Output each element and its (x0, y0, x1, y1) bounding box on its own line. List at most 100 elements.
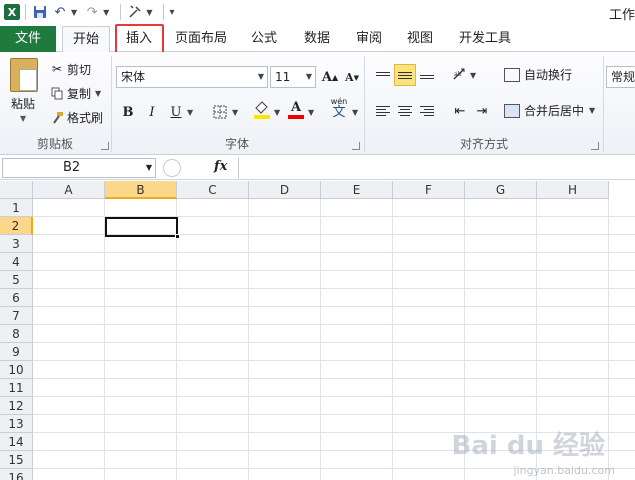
tools-dropdown-icon[interactable]: ▼ (146, 8, 152, 17)
align-top-button[interactable] (372, 64, 394, 86)
row-header-7[interactable]: 7 (0, 307, 33, 325)
row-header-4[interactable]: 4 (0, 253, 33, 271)
bold-button[interactable]: B (118, 102, 138, 122)
save-icon[interactable] (31, 3, 49, 21)
merge-center-button[interactable]: 合并后居中 ▼ (504, 102, 595, 119)
insert-function-button[interactable]: fx (214, 159, 227, 174)
tools-icon[interactable] (126, 3, 144, 21)
align-left-button[interactable] (372, 100, 394, 122)
watermark-url: jingyan.baidu.com (513, 464, 615, 477)
orientation-dropdown-icon[interactable]: ▼ (470, 71, 476, 80)
formula-input[interactable] (240, 158, 635, 178)
row-header-15[interactable]: 15 (0, 451, 33, 469)
row-header-14[interactable]: 14 (0, 433, 33, 451)
column-header-e[interactable]: E (321, 181, 393, 199)
font-size-select[interactable]: 11 ▼ (270, 66, 316, 88)
redo-dropdown-icon[interactable]: ▼ (103, 8, 109, 17)
format-painter-button[interactable]: 格式刷 (50, 108, 103, 126)
grow-font-button[interactable]: A ▲ (320, 67, 340, 87)
paste-button[interactable]: 粘贴 (11, 95, 35, 112)
alignment-dialog-launcher-icon[interactable] (591, 142, 599, 150)
fill-handle[interactable] (175, 234, 180, 239)
column-header-c[interactable]: C (177, 181, 249, 199)
tab-review[interactable]: 审阅 (349, 26, 389, 52)
redo-icon[interactable]: ↷ (83, 3, 101, 21)
italic-button[interactable]: I (142, 102, 162, 122)
borders-button[interactable] (210, 102, 230, 122)
row-header-5[interactable]: 5 (0, 271, 33, 289)
tab-data[interactable]: 数据 (297, 26, 337, 52)
tab-view[interactable]: 视图 (400, 26, 440, 52)
formula-bar: B2 ▼ fx (0, 156, 635, 180)
tab-home[interactable]: 开始 (62, 26, 110, 54)
row-header-13[interactable]: 13 (0, 415, 33, 433)
number-format-select[interactable]: 常规 (606, 66, 635, 88)
row-header-8[interactable]: 8 (0, 325, 33, 343)
increase-indent-icon[interactable]: ⇥ (472, 101, 492, 121)
row-header-3[interactable]: 3 (0, 235, 33, 253)
phonetic-dropdown-icon[interactable]: ▼ (352, 108, 358, 117)
paint-bucket-icon (254, 101, 270, 119)
borders-icon (213, 105, 227, 119)
select-all-corner[interactable] (0, 181, 33, 199)
name-box-dropdown-icon[interactable]: ▼ (146, 159, 152, 177)
column-header-f[interactable]: F (393, 181, 465, 199)
align-center-button[interactable] (394, 100, 416, 122)
fill-color-dropdown-icon[interactable]: ▼ (274, 108, 280, 117)
phonetic-guide-button[interactable]: wén 文 (327, 97, 351, 120)
column-header-g[interactable]: G (465, 181, 537, 199)
align-bottom-button[interactable] (416, 64, 438, 86)
copy-button[interactable]: 复制 ▼ (50, 84, 101, 102)
tab-formulas[interactable]: 公式 (244, 26, 284, 52)
name-box[interactable]: B2 ▼ (2, 158, 156, 178)
font-color-dropdown-icon[interactable]: ▼ (308, 108, 314, 117)
font-name-value: 宋体 (121, 70, 146, 84)
row-header-12[interactable]: 12 (0, 397, 33, 415)
customize-qat-icon[interactable]: ▾ (169, 7, 174, 18)
align-right-button[interactable] (416, 100, 438, 122)
borders-dropdown-icon[interactable]: ▼ (232, 108, 238, 117)
wrap-text-icon (504, 67, 520, 82)
row-header-2[interactable]: 2 (0, 217, 33, 235)
align-middle-button[interactable] (394, 64, 416, 86)
font-size-dropdown-icon: ▼ (305, 72, 312, 81)
excel-app-icon[interactable]: X (4, 4, 20, 20)
column-header-a[interactable]: A (33, 181, 105, 199)
underline-dropdown-icon[interactable]: ▼ (187, 108, 193, 117)
formula-cancel-icon[interactable] (163, 159, 181, 177)
column-header-h[interactable]: H (537, 181, 609, 199)
row-header-11[interactable]: 11 (0, 379, 33, 397)
copy-dropdown-icon[interactable]: ▼ (95, 89, 101, 98)
tab-file[interactable]: 文件 (0, 26, 56, 52)
column-header-d[interactable]: D (249, 181, 321, 199)
row-header-9[interactable]: 9 (0, 343, 33, 361)
merge-dropdown-icon[interactable]: ▼ (589, 106, 595, 115)
active-cell-b2[interactable] (105, 217, 178, 237)
clipboard-dialog-launcher-icon[interactable] (101, 142, 109, 150)
orientation-icon: ab (453, 68, 465, 80)
orientation-button[interactable]: ab (450, 65, 470, 85)
tab-page-layout[interactable]: 页面布局 (170, 26, 232, 52)
row-header-10[interactable]: 10 (0, 361, 33, 379)
underline-button[interactable]: U (166, 102, 186, 122)
font-name-select[interactable]: 宋体 ▼ (116, 66, 268, 88)
wrap-text-button[interactable]: 自动换行 (504, 66, 572, 83)
row-header-1[interactable]: 1 (0, 199, 33, 217)
font-color-letter: A (290, 100, 302, 115)
font-name-dropdown-icon: ▼ (257, 72, 264, 81)
font-dialog-launcher-icon[interactable] (352, 142, 360, 150)
undo-dropdown-icon[interactable]: ▼ (71, 8, 77, 17)
fill-color-button[interactable] (252, 100, 272, 120)
decrease-indent-icon[interactable]: ⇤ (450, 101, 470, 121)
paste-dropdown-icon[interactable]: ▼ (20, 114, 26, 123)
shrink-font-button[interactable]: A ▼ (342, 67, 362, 87)
row-header-6[interactable]: 6 (0, 289, 33, 307)
undo-icon[interactable]: ↶ (51, 3, 69, 21)
row-header-16[interactable]: 16 (0, 469, 33, 480)
paste-icon[interactable] (10, 58, 38, 92)
column-header-b[interactable]: B (105, 181, 177, 199)
tab-developer[interactable]: 开发工具 (452, 26, 518, 52)
cut-button[interactable]: ✂ 剪切 (50, 60, 91, 78)
clipboard-group-label: 剪贴板 (36, 137, 73, 151)
font-color-button[interactable]: A (286, 100, 306, 120)
